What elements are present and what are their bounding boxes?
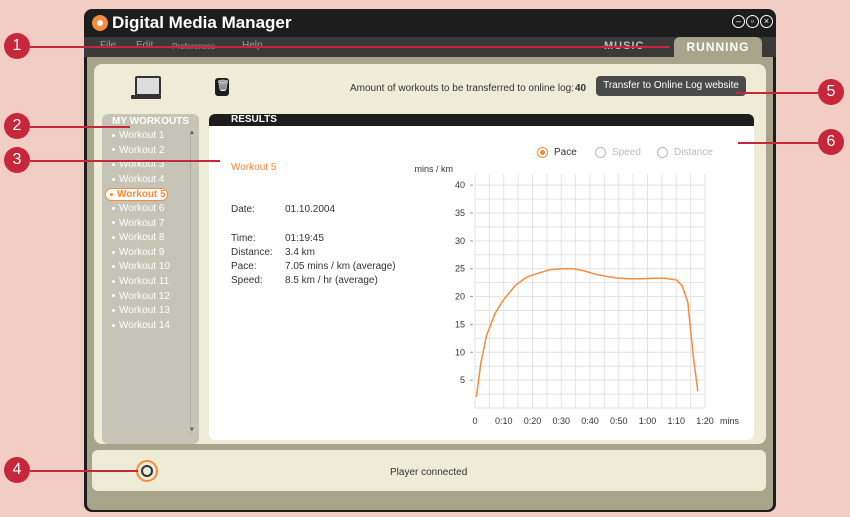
callout-4: 4 xyxy=(4,457,30,483)
y-tick-label: 10 xyxy=(455,347,465,357)
x-tick-label: 1:20 xyxy=(696,416,714,426)
callout-line-3 xyxy=(30,160,220,162)
y-tick-label: 20 xyxy=(455,292,465,302)
distance-label: Distance: xyxy=(231,247,273,258)
workout-item-11[interactable]: Workout 11 xyxy=(112,276,169,287)
callout-line-1 xyxy=(30,46,670,48)
y-tick-label: 35 xyxy=(455,208,465,218)
speed-label: Speed: xyxy=(231,275,263,286)
app-logo-icon xyxy=(92,15,108,31)
player-icon[interactable] xyxy=(136,460,158,482)
workout-item-5[interactable]: Workout 5 xyxy=(105,188,168,202)
bullet-icon xyxy=(112,148,115,152)
bullet-icon xyxy=(112,323,115,327)
workout-item-7[interactable]: Workout 7 xyxy=(112,218,164,229)
y-tick-label: 15 xyxy=(455,319,465,329)
workout-item-2[interactable]: Workout 2 xyxy=(112,145,164,156)
pace-chart: mins / km mins 5 10 15 20 25 30 35 40 0 0:10 0:20 0… xyxy=(414,164,740,426)
bullet-icon xyxy=(112,265,115,269)
x-tick-label: 0:20 xyxy=(524,416,542,426)
callout-line-5 xyxy=(736,92,818,94)
computer-icon[interactable] xyxy=(135,76,161,96)
scroll-up-icon[interactable]: ▲ xyxy=(189,130,195,136)
bullet-icon xyxy=(112,279,115,283)
pace-value: 7.05 mins / km (average) xyxy=(285,261,396,272)
workout-item-6[interactable]: Workout 6 xyxy=(112,203,164,214)
pace-label: Pace: xyxy=(231,261,257,272)
x-tick-label: 0 xyxy=(472,416,477,426)
app-window: Digital Media Manager – ▫ × File Edit Pr… xyxy=(84,9,776,512)
workout-item-12[interactable]: Workout 12 xyxy=(112,291,170,302)
callout-1: 1 xyxy=(4,33,30,59)
callout-line-2 xyxy=(30,126,130,128)
bullet-icon xyxy=(112,250,115,254)
close-icon[interactable]: × xyxy=(760,15,773,28)
bullet-icon xyxy=(112,206,115,210)
callout-line-4 xyxy=(30,470,138,472)
results-header: RESULTS xyxy=(209,114,754,126)
y-tick-label: 5 xyxy=(460,375,465,385)
x-tick-label: 0:10 xyxy=(495,416,513,426)
time-label: Time: xyxy=(231,233,256,244)
sidebar-scrollbar[interactable]: ▲ ▼ xyxy=(189,130,197,435)
workout-item-13[interactable]: Workout 13 xyxy=(112,305,170,316)
x-tick-label: 0:40 xyxy=(581,416,599,426)
bullet-icon xyxy=(112,133,115,137)
x-tick-label: 1:00 xyxy=(639,416,657,426)
y-tick-label: 30 xyxy=(455,236,465,246)
bullet-icon xyxy=(112,309,115,313)
maximize-icon[interactable]: ▫ xyxy=(746,15,759,28)
workout-item-14[interactable]: Workout 14 xyxy=(112,320,170,331)
callout-5: 5 xyxy=(818,79,844,105)
transfer-button[interactable]: Transfer to Online Log website xyxy=(596,76,746,96)
bullet-icon xyxy=(110,193,113,197)
callout-6: 6 xyxy=(818,129,844,155)
bullet-icon xyxy=(112,294,115,298)
transfer-count: 40 xyxy=(575,83,587,94)
y-tick-label: 25 xyxy=(455,264,465,274)
workout-item-8[interactable]: Workout 8 xyxy=(112,232,164,243)
x-tick-label: 0:50 xyxy=(610,416,628,426)
distance-value: 3.4 km xyxy=(285,247,316,258)
pace-line xyxy=(475,267,699,397)
minimize-icon[interactable]: – xyxy=(732,15,745,28)
results-panel: RESULTS Workout 5 Date: 01.10.2004 Time:… xyxy=(209,114,754,440)
callout-2: 2 xyxy=(4,113,30,139)
callout-line-6 xyxy=(738,142,818,144)
date-label: Date: xyxy=(231,204,255,215)
workout-item-9[interactable]: Workout 9 xyxy=(112,247,164,258)
workout-item-1[interactable]: Workout 1 xyxy=(112,130,164,141)
workout-item-4[interactable]: Workout 4 xyxy=(112,174,164,185)
x-tick-label: 0:30 xyxy=(552,416,570,426)
app-title: Digital Media Manager xyxy=(112,13,292,32)
title-bar: Digital Media Manager – ▫ × xyxy=(84,9,776,37)
tab-running[interactable]: RUNNING xyxy=(674,37,762,57)
transfer-label: Amount of workouts to be transferred to … xyxy=(350,83,575,94)
bullet-icon xyxy=(112,163,115,167)
workout-item-10[interactable]: Workout 10 xyxy=(112,261,170,272)
trash-icon[interactable] xyxy=(215,78,230,96)
status-text: Player connected xyxy=(390,467,468,478)
workout-title: Workout 5 xyxy=(231,162,277,173)
bullet-icon xyxy=(112,236,115,240)
date-value: 01.10.2004 xyxy=(285,204,336,215)
speed-value: 8.5 km / hr (average) xyxy=(285,275,378,286)
x-axis-label: mins xyxy=(720,416,740,426)
callout-3: 3 xyxy=(4,147,30,173)
bullet-icon xyxy=(112,177,115,181)
y-tick-label: 40 xyxy=(455,180,465,190)
scroll-down-icon[interactable]: ▼ xyxy=(189,427,195,433)
computer-base-icon xyxy=(131,95,161,99)
bullet-icon xyxy=(112,221,115,225)
y-axis-label: mins / km xyxy=(414,164,453,174)
x-tick-label: 1:10 xyxy=(667,416,685,426)
time-value: 01:19:45 xyxy=(285,233,324,244)
